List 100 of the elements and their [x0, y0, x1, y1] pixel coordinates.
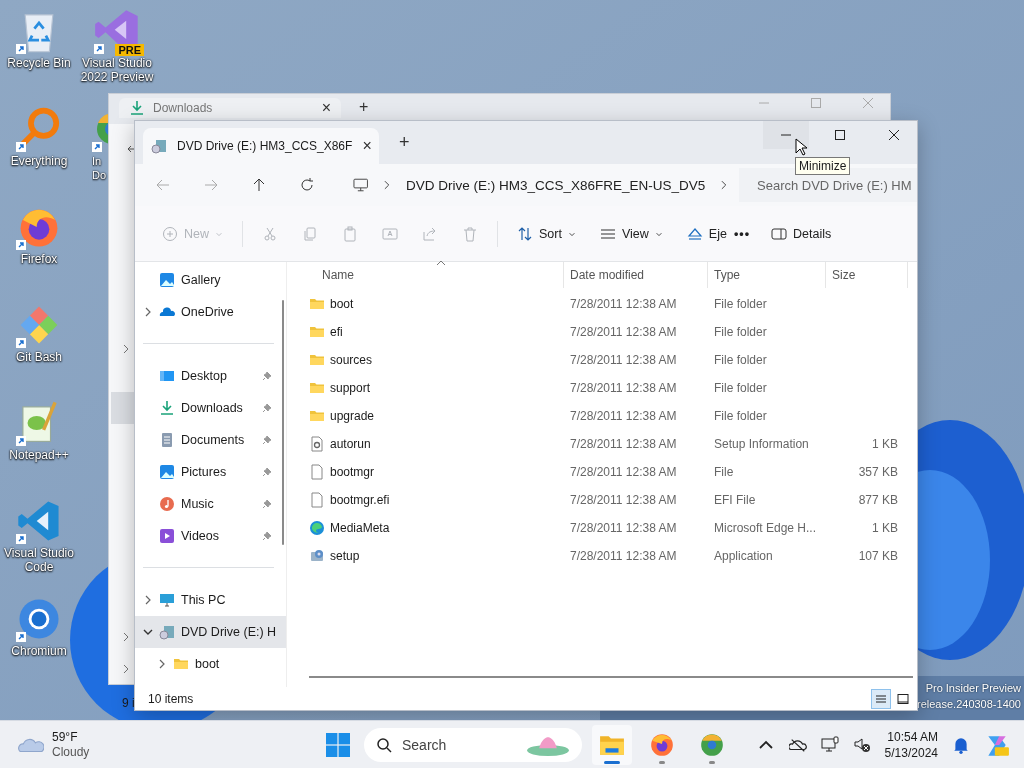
shortcut-arrow-icon — [16, 436, 26, 446]
chevron-down-icon[interactable] — [143, 627, 153, 637]
table-cell-text: 7/28/2011 12:38 AM — [569, 381, 678, 395]
minimize-button[interactable] — [763, 121, 809, 149]
chevron-right-icon[interactable] — [121, 664, 131, 674]
file-name[interactable]: bootmgr — [330, 465, 375, 479]
file-name[interactable]: MediaMeta — [330, 521, 390, 535]
chevron-right-icon[interactable] — [719, 180, 729, 190]
nav-item[interactable]: boot — [135, 648, 286, 680]
disc-drive-icon — [151, 138, 167, 154]
share-icon — [422, 225, 438, 242]
chevron-right-icon[interactable] — [121, 344, 131, 354]
search-icon — [376, 736, 392, 753]
nav-label: Music — [181, 497, 215, 511]
nav-item[interactable]: Desktop — [135, 360, 286, 392]
shortcut-arrow-icon — [16, 142, 26, 152]
file-icon — [309, 492, 325, 508]
toolbar-button[interactable]: Details — [762, 217, 841, 250]
file-name[interactable]: setup — [330, 549, 360, 563]
weather-widget[interactable]: 59°F Cloudy — [0, 729, 278, 760]
music-icon — [159, 496, 175, 512]
table-cell-text: File folder — [713, 381, 768, 395]
nav-label: Downloads — [181, 401, 244, 415]
breadcrumb-item[interactable]: DVD Drive (E:) HM3_CCS_X86FRE_EN-US_DV5 — [406, 177, 706, 193]
nav-item[interactable]: Videos — [135, 520, 286, 552]
shortcut-label: Git Bash — [16, 350, 62, 364]
new-tab-button[interactable]: + — [349, 98, 379, 116]
video-icon — [159, 528, 175, 544]
view-toggle[interactable] — [871, 688, 891, 709]
folder-icon — [309, 408, 325, 424]
copy-icon — [302, 225, 318, 242]
clock[interactable]: 10:54 AM 5/13/2024 — [884, 728, 938, 761]
shortcut-arrow-icon — [16, 240, 26, 250]
nav-label: Documents — [181, 433, 246, 447]
address-bar[interactable]: DVD Drive (E:) HM3_CCS_X86FRE_EN-US_DV5 — [347, 169, 735, 201]
nav-label: boot — [195, 657, 221, 671]
rename-icon — [382, 225, 398, 242]
start-icon[interactable] — [326, 732, 350, 757]
forward-arrow-icon[interactable] — [203, 177, 219, 193]
scrollbar[interactable] — [282, 300, 284, 545]
shortcut-arrow-icon — [16, 632, 26, 642]
tab[interactable]: DVD Drive (E:) HM3_CCS_X86F × — [143, 128, 379, 164]
badge: PRE — [115, 44, 144, 56]
search-box[interactable]: Search — [364, 727, 582, 762]
scrollbar[interactable] — [309, 676, 913, 678]
nav-item[interactable]: Music — [135, 488, 286, 520]
network-icon[interactable] — [820, 735, 839, 754]
table-cell-text: Setup Information — [713, 437, 810, 451]
nav-item[interactable]: This PC — [135, 584, 286, 616]
table-cell-text: File folder — [713, 353, 768, 367]
details-pane-icon — [771, 225, 788, 242]
chevron-right-icon[interactable] — [143, 307, 153, 317]
toolbar-button[interactable]: ••• — [733, 217, 757, 250]
taskbar-app[interactable] — [592, 724, 632, 765]
globe-icon — [699, 731, 725, 758]
file-name[interactable]: upgrade — [330, 409, 375, 423]
column-header[interactable]: Type — [708, 262, 826, 288]
table-cell-text: File — [713, 465, 735, 479]
back-arrow-icon[interactable] — [127, 144, 137, 154]
file-name[interactable]: sources — [330, 353, 373, 367]
column-header[interactable]: Size — [826, 262, 908, 288]
shortcut-label: Recycle Bin — [7, 56, 71, 70]
nav-item[interactable]: Downloads — [135, 392, 286, 424]
nav-item[interactable]: Documents — [135, 424, 286, 456]
nav-item[interactable]: OneDrive — [135, 296, 286, 328]
file-name[interactable]: efi — [330, 325, 343, 339]
chevron-right-icon[interactable] — [157, 659, 167, 669]
new-tab-button[interactable]: + — [387, 132, 422, 153]
desktop-shortcut[interactable]: PRE Visual Studio 2022 Preview — [78, 6, 156, 84]
table-cell-text: 7/28/2011 12:38 AM — [569, 409, 678, 423]
nav-item[interactable]: DVD Drive (E:) H — [135, 616, 286, 648]
tab[interactable]: Downloads × — [119, 98, 341, 118]
toolbar-button[interactable]: Sort — [508, 217, 585, 250]
bell-icon[interactable] — [952, 735, 970, 754]
chevron-right-icon[interactable] — [121, 632, 131, 642]
plus-circle-icon — [162, 225, 178, 242]
up-arrow-icon[interactable] — [251, 177, 267, 193]
shortcut-label: Everything — [10, 154, 68, 168]
column-header[interactable]: Date modified — [564, 262, 708, 288]
file-name[interactable]: boot — [330, 297, 354, 311]
shortcut-label: Visual Studio Code — [3, 546, 75, 574]
speaker-muted-icon[interactable] — [852, 735, 871, 754]
file-name[interactable]: autorun — [330, 437, 371, 451]
chevron-right-icon[interactable] — [143, 595, 153, 605]
shortcut-arrow-icon — [16, 44, 26, 54]
file-name[interactable]: bootmgr.efi — [330, 493, 390, 507]
desktop-icon — [159, 368, 175, 384]
shortcut-label: Notepad++ — [9, 448, 69, 462]
table-cell-text: 7/28/2011 12:38 AM — [569, 297, 678, 311]
list-view-icon — [875, 692, 887, 705]
column-header[interactable]: Name — [309, 262, 564, 288]
table-cell-text: 7/28/2011 12:38 AM — [569, 493, 678, 507]
file-name[interactable]: support — [330, 381, 371, 395]
nav-item[interactable]: Gallery — [135, 264, 286, 296]
nav-item[interactable]: Pictures — [135, 456, 286, 488]
table-cell-text: 7/28/2011 12:38 AM — [569, 549, 678, 563]
close-tab-button[interactable]: × — [362, 137, 372, 155]
toolbar-button[interactable]: View — [590, 217, 672, 250]
close-tab-button[interactable]: × — [321, 99, 331, 117]
refresh-icon[interactable] — [299, 177, 315, 193]
